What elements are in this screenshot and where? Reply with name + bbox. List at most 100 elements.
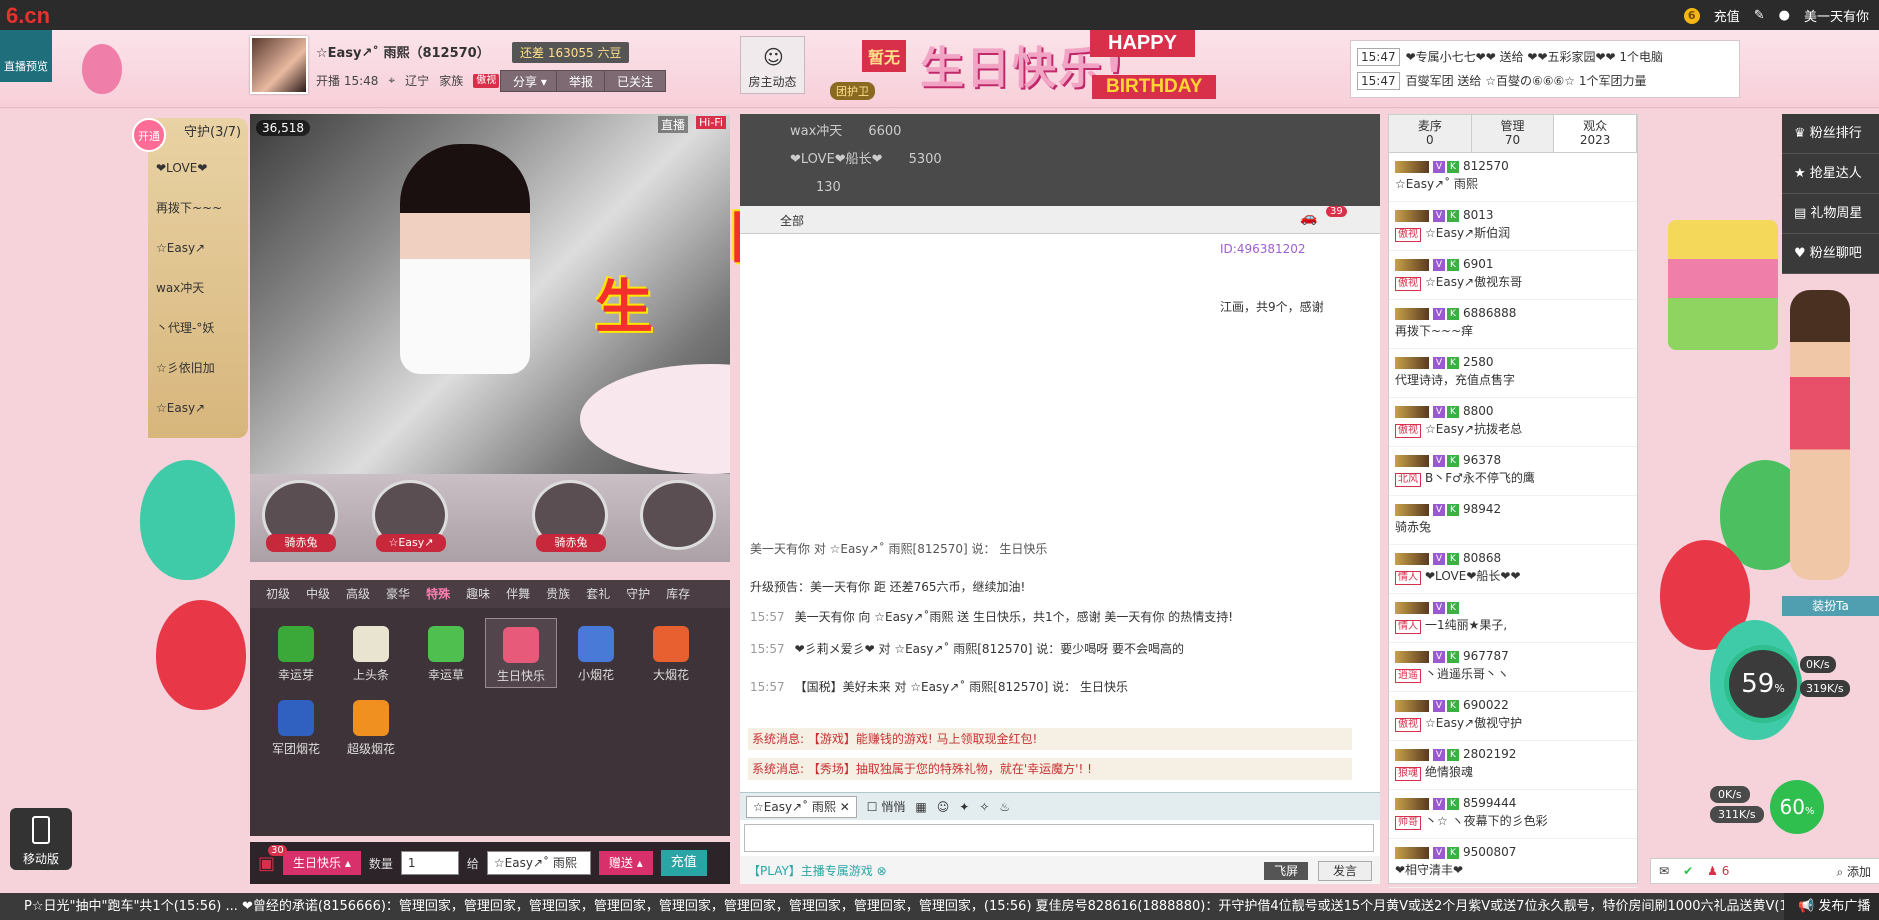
- user-list-item[interactable]: V K 967787 逍遥 丶逍遥乐哥丶ヽ: [1389, 643, 1637, 692]
- tab-all[interactable]: 全部: [780, 212, 804, 229]
- qty-input[interactable]: 1: [400, 851, 459, 875]
- guard-item[interactable]: 再拨下~~~: [148, 188, 248, 228]
- gift-tab[interactable]: 初级: [258, 580, 298, 608]
- tab-audience[interactable]: 观众 2023: [1554, 115, 1638, 152]
- top-username[interactable]: 美一天有你: [1804, 6, 1869, 25]
- site-logo[interactable]: 6.cn: [6, 3, 50, 29]
- user-list-item[interactable]: V K 80868 情人 ❤LOVE❤船长❤❤: [1389, 545, 1637, 594]
- report-button[interactable]: 举报: [556, 70, 607, 92]
- gift-tab[interactable]: 库存: [658, 580, 698, 608]
- gift-tab[interactable]: 套礼: [578, 580, 618, 608]
- rank-name[interactable]: wax冲天: [790, 124, 842, 139]
- recharge-button[interactable]: 充值: [660, 850, 707, 876]
- gift-tab[interactable]: 贵族: [538, 580, 578, 608]
- whisper-checkbox[interactable]: ☐ 悄悄: [867, 798, 906, 815]
- user-list-item[interactable]: V K 98942 骑赤兔: [1389, 496, 1637, 545]
- system-message[interactable]: 系统消息: 【游戏】能赚钱的游戏! 马上领取现金红包!: [748, 728, 1352, 750]
- star-link[interactable]: ★ 抢星达人: [1782, 154, 1879, 194]
- user-list-item[interactable]: V K 96378 北风 B丶F♂永不停飞的鹰: [1389, 447, 1637, 496]
- gift-box-icon[interactable]: ▣ 30: [258, 844, 287, 874]
- fan-group-badge[interactable]: 团护卫: [830, 82, 875, 100]
- user-list-item[interactable]: V K 9500807 ❤相守清丰❤: [1389, 839, 1637, 888]
- open-guard-button[interactable]: 开通: [132, 118, 166, 152]
- target-select[interactable]: ☆Easy↗˚ 雨熙: [486, 851, 591, 875]
- tab-admins[interactable]: 管理 70: [1471, 115, 1555, 152]
- gift-week-link[interactable]: ▤ 礼物周星: [1782, 194, 1879, 234]
- gift-item[interactable]: 小烟花: [560, 618, 632, 688]
- user-list-item[interactable]: V K 8800 傲视 ☆Easy↗抗拨老总: [1389, 398, 1637, 447]
- add-button[interactable]: ⌕ 添加: [1836, 863, 1871, 880]
- user-list-item[interactable]: V K 6901 傲视 ☆Easy↗傲视东哥: [1389, 251, 1637, 300]
- gift-tab[interactable]: 高级: [338, 580, 378, 608]
- guard-item[interactable]: ☆彡依旧加: [148, 348, 248, 388]
- tab-mic-queue[interactable]: 麦序 0: [1389, 115, 1472, 152]
- gift-select[interactable]: 生日快乐 ▴: [283, 851, 361, 875]
- mobile-version-button[interactable]: 移动版: [10, 808, 72, 870]
- check-icon[interactable]: ✔: [1683, 864, 1693, 878]
- play-link[interactable]: 【PLAY】主播专属游戏 ⊗: [748, 862, 887, 879]
- publish-broadcast-button[interactable]: 📢 发布广播: [1784, 893, 1879, 920]
- gift-tab[interactable]: 趣味: [458, 580, 498, 608]
- top-bar: 6.cn 6 充值 ✎ ● 美一天有你: [0, 0, 1879, 30]
- chat-input[interactable]: [744, 824, 1374, 852]
- vip-icon[interactable]: ✧: [979, 800, 989, 814]
- guard-item[interactable]: ☆Easy↗: [148, 388, 248, 428]
- seat-avatar[interactable]: [640, 480, 716, 550]
- user-list-item[interactable]: V K 6886888 再拨下~~~痒: [1389, 300, 1637, 349]
- car-icon[interactable]: 🚗: [1300, 210, 1317, 226]
- gift-item[interactable]: 上头条: [335, 618, 407, 688]
- hifi-badge[interactable]: Hi-Fi: [696, 116, 726, 129]
- user-list-item[interactable]: V K 8013 傲视 ☆Easy↗斯伯润: [1389, 202, 1637, 251]
- family-tag: 傲视: [1395, 424, 1421, 438]
- mail-icon[interactable]: ✉: [1659, 864, 1669, 878]
- user-list-item[interactable]: V K 情人 一1纯丽★果子,: [1389, 594, 1637, 643]
- system-message[interactable]: 系统消息: 【秀场】抽取独属于您的特殊礼物，就在'幸运魔方'! !: [748, 758, 1352, 780]
- gift-item[interactable]: 生日快乐: [485, 618, 557, 688]
- user-list-item[interactable]: V K 812570 ☆Easy↗˚ 雨熙: [1389, 153, 1637, 202]
- recharge-link[interactable]: 充值: [1714, 6, 1740, 25]
- user-list-item[interactable]: V K 690022 傲视 ☆Easy↗傲视守护: [1389, 692, 1637, 741]
- share-button[interactable]: 分享 ▾: [500, 70, 560, 92]
- avatar-doll[interactable]: [1790, 290, 1850, 580]
- fly-screen-button[interactable]: 飞屏: [1264, 861, 1309, 880]
- guard-item[interactable]: ☆Easy↗: [148, 228, 248, 268]
- send-gift-button[interactable]: 赠送 ▴: [598, 851, 653, 875]
- user-list-item[interactable]: V K 2580 代理诗诗，充值点售字: [1389, 349, 1637, 398]
- fan-rank-link[interactable]: ♛ 粉丝排行: [1782, 114, 1879, 154]
- shield-icon[interactable]: ●: [1779, 8, 1790, 23]
- video-player[interactable]: [250, 114, 730, 474]
- chat-target-select[interactable]: ☆Easy↗˚ 雨熙 ✕: [746, 795, 857, 818]
- anchor-avatar[interactable]: [250, 36, 308, 94]
- gift-tab[interactable]: 中级: [298, 580, 338, 608]
- rank-name[interactable]: ❤LOVE❤船长❤: [790, 152, 883, 167]
- user-name: 再拨下~~~痒: [1395, 324, 1474, 338]
- guard-item[interactable]: wax冲天: [148, 268, 248, 308]
- cake-icon[interactable]: ♨: [999, 800, 1010, 814]
- gift-item[interactable]: 幸运芽: [260, 618, 332, 688]
- guard-item[interactable]: ❤LOVE❤: [148, 148, 248, 188]
- user-list-item[interactable]: V K 2802192 狼魂 绝情狼魂: [1389, 741, 1637, 790]
- user-list-item[interactable]: V K 8599444 帅哥 丶☆ ヽ夜幕下的彡色彩: [1389, 790, 1637, 839]
- image-icon[interactable]: ▦: [915, 800, 926, 814]
- family-badge[interactable]: 傲视: [473, 73, 500, 88]
- dress-up-button[interactable]: 装扮Ta: [1782, 596, 1879, 616]
- guard-item[interactable]: 丶代理-°妖: [148, 308, 248, 348]
- gift-item[interactable]: 大烟花: [635, 618, 707, 688]
- followed-button[interactable]: 已关注: [604, 70, 667, 92]
- fan-chat-link[interactable]: ♥ 粉丝聊吧: [1782, 234, 1879, 274]
- send-message-button[interactable]: 发言: [1317, 860, 1372, 881]
- anchor-dynamic-button[interactable]: ☺ 房主动态: [740, 36, 805, 94]
- gift-tab[interactable]: 豪华: [378, 580, 418, 608]
- gift-item[interactable]: 幸运草: [410, 618, 482, 688]
- gift-item[interactable]: 超级烟花: [335, 692, 407, 762]
- coin-icon[interactable]: 6: [1683, 7, 1700, 24]
- gift-tab[interactable]: 伴舞: [498, 580, 538, 608]
- gift-tab[interactable]: 守护: [618, 580, 658, 608]
- emoji-icon[interactable]: ☺: [937, 800, 950, 814]
- vip-emoji-icon[interactable]: ✦: [959, 800, 969, 814]
- user-count[interactable]: ♟ 6: [1707, 864, 1729, 878]
- edit-icon[interactable]: ✎: [1754, 8, 1765, 23]
- gift-tab[interactable]: 特殊: [418, 580, 458, 608]
- live-preview-button[interactable]: 直播预览: [0, 30, 52, 82]
- gift-item[interactable]: 军团烟花: [260, 692, 332, 762]
